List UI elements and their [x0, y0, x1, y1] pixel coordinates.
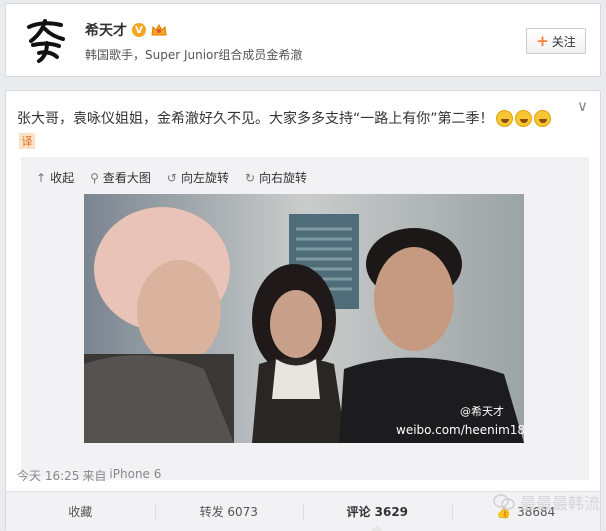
rotate-left-icon: ↺	[166, 170, 177, 185]
member-crown-icon[interactable]	[151, 23, 167, 37]
laugh-emoji-icon	[495, 109, 513, 127]
repost-button[interactable]: 转发 6073	[154, 492, 304, 531]
watermark-text: 最最最韩流	[519, 494, 600, 513]
profile-card: 希天才 V 韩国歌手，Super Junior组合成员金希澈 + 关注	[5, 3, 601, 77]
translate-button[interactable]: 译	[19, 133, 35, 149]
user-name-row: 希天才 V	[85, 20, 167, 40]
collapse-image-button[interactable]: ↑ 收起	[36, 169, 74, 186]
view-large-label: 查看大图	[102, 171, 151, 185]
account-watermark: 最最最韩流	[493, 490, 600, 514]
calligraphy-logo-icon	[27, 19, 65, 63]
post-source[interactable]: iPhone 6	[109, 467, 161, 484]
laugh-emoji-icon	[514, 109, 532, 127]
repost-label: 转发 6073	[199, 505, 258, 519]
comment-label: 评论 3629	[346, 505, 409, 519]
rotate-left-button[interactable]: ↺ 向左旋转	[167, 169, 229, 186]
group-selfie-image: @希天才 weibo.com/heenim18	[84, 194, 524, 443]
user-bio: 韩国歌手，Super Junior组合成员金希澈	[85, 48, 303, 62]
post-photo[interactable]: @希天才 weibo.com/heenim18	[84, 194, 524, 443]
arrow-up-icon: ↑	[36, 170, 47, 185]
photo-watermark-name: @希天才	[460, 404, 504, 418]
rotate-right-icon: ↻	[244, 170, 256, 185]
comment-button[interactable]: 评论 3629	[303, 492, 452, 531]
user-name[interactable]: 希天才	[85, 20, 127, 40]
avatar[interactable]	[19, 13, 73, 67]
plus-icon: +	[536, 31, 549, 50]
favorite-label: 收藏	[68, 505, 93, 519]
rotate-right-button[interactable]: ↻ 向右旋转	[245, 169, 307, 186]
post-text: 张大哥，袁咏仪姐姐，金希澈好久不见。大家多多支持“一路上有你”第二季！	[17, 111, 494, 127]
magnifier-icon: ⚲	[90, 170, 99, 185]
post-time[interactable]: 今天 16:25	[17, 467, 79, 484]
collapse-chevron-icon[interactable]: ∨	[577, 97, 588, 115]
laugh-emoji-icon	[533, 109, 551, 127]
rotate-left-label: 向左旋转	[180, 171, 229, 185]
follow-button[interactable]: + 关注	[526, 28, 586, 54]
follow-label: 关注	[551, 34, 576, 49]
post-meta: 今天 16:25 来自 iPhone 6	[17, 467, 161, 484]
verified-icon: V	[132, 23, 146, 37]
rotate-right-label: 向右旋转	[259, 171, 308, 185]
favorite-button[interactable]: 收藏	[6, 492, 155, 531]
collapse-label: 收起	[50, 171, 75, 185]
post-text-row: 张大哥，袁咏仪姐姐，金希澈好久不见。大家多多支持“一路上有你”第二季！	[17, 108, 577, 128]
from-label: 来自	[82, 469, 107, 483]
media-toolbar: ↑ 收起 ⚲ 查看大图 ↺ 向左旋转 ↻ 向右旋转	[36, 169, 307, 186]
media-viewer: ↑ 收起 ⚲ 查看大图 ↺ 向左旋转 ↻ 向右旋转 @希天才 weibo.com…	[21, 157, 589, 480]
photo-watermark-url: weibo.com/heenim18	[396, 423, 524, 437]
view-large-button[interactable]: ⚲ 查看大图	[90, 169, 151, 186]
wechat-icon	[493, 494, 515, 510]
post-card: ∨ 张大哥，袁咏仪姐姐，金希澈好久不见。大家多多支持“一路上有你”第二季！ 译 …	[5, 90, 601, 531]
